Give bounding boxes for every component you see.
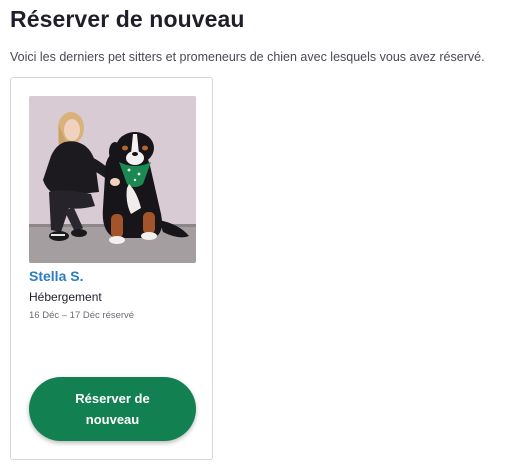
sitter-name-link[interactable]: Stella S.: [29, 268, 83, 284]
rebook-page: Réserver de nouveau Voici les derniers p…: [0, 0, 507, 475]
sitter-card: Stella S. Hébergement 16 Déc – 17 Déc ré…: [10, 77, 213, 460]
page-title: Réserver de nouveau: [10, 6, 245, 32]
rebook-button[interactable]: Réserver de nouveau: [29, 377, 196, 441]
page-subtitle: Voici les derniers pet sitters et promen…: [10, 50, 485, 64]
sitter-photo[interactable]: [29, 96, 196, 263]
service-type: Hébergement: [29, 290, 102, 304]
booking-dates: 16 Déc – 17 Déc réservé: [29, 310, 135, 321]
